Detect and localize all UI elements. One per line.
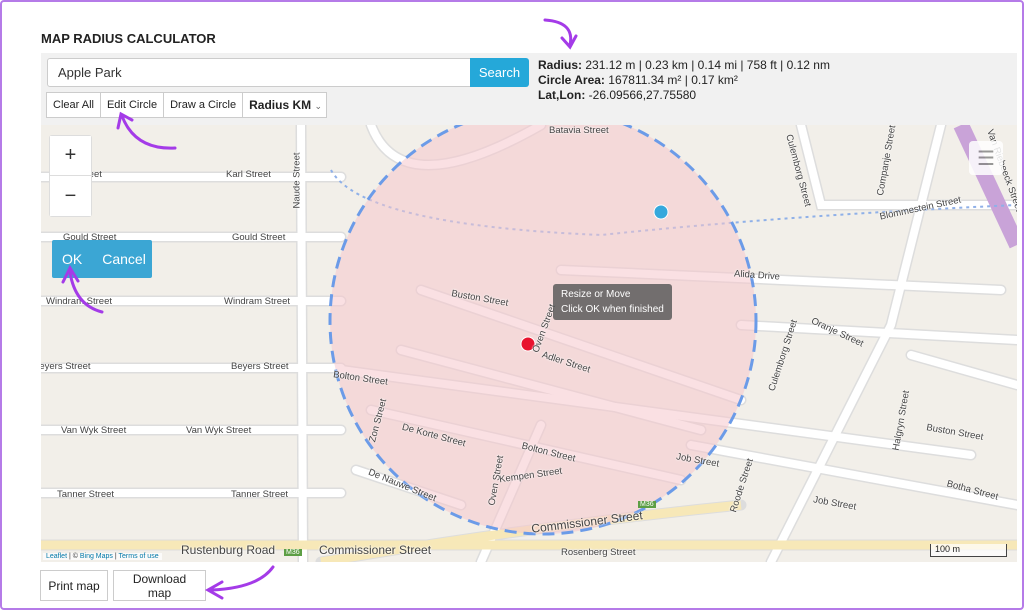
tooltip-line: Resize or Move — [561, 289, 631, 300]
page-title: MAP RADIUS CALCULATOR — [41, 31, 216, 46]
draw-circle-button[interactable]: Draw a Circle — [164, 93, 244, 117]
street-label: Tanner Street — [57, 489, 115, 500]
chevron-down-icon: ⌄ — [314, 101, 323, 111]
street-label: Beyers Street — [231, 361, 289, 372]
route-shield: M36 — [638, 501, 656, 508]
radius-handle[interactable] — [653, 204, 669, 220]
street-label: Van Wyk Street — [61, 425, 127, 436]
zoom-in-button[interactable]: + — [50, 136, 91, 176]
street-label: Windram Street — [46, 296, 112, 307]
search-input[interactable] — [47, 58, 472, 87]
zoom-control: + − — [49, 135, 92, 217]
radius-value: 231.12 m | 0.23 km | 0.14 mi | 758 ft | … — [585, 58, 830, 72]
terms-link[interactable]: Terms of use — [119, 553, 159, 560]
street-label: Gould Street — [232, 232, 286, 243]
latlon-value: -26.09566,27.75580 — [588, 88, 697, 102]
street-label: Naude Street — [291, 152, 303, 209]
control-panel: Search Clear All Edit Circle Draw a Circ… — [41, 53, 1017, 125]
area-value: 167811.34 m² | 0.17 km² — [608, 73, 738, 87]
leaflet-link[interactable]: Leaflet — [46, 553, 67, 560]
unit-select[interactable]: Radius KM ⌄ — [243, 93, 327, 117]
street-label: Karl Street — [226, 169, 271, 180]
separator: | © — [67, 553, 80, 560]
search-button[interactable]: Search — [470, 58, 529, 87]
map-attribution: Leaflet | © Bing Maps | Terms of use — [43, 553, 162, 560]
area-label: Circle Area: — [538, 73, 605, 87]
ok-button[interactable]: OK — [52, 251, 92, 267]
radius-label: Radius: — [538, 58, 583, 72]
scale-bar: 100 m — [930, 544, 1007, 557]
tooltip-line: Click OK when finished — [561, 304, 664, 315]
cancel-button[interactable]: Cancel — [92, 251, 156, 267]
measurement-info: Radius: 231.12 m | 0.23 km | 0.14 mi | 7… — [538, 58, 830, 103]
bing-link[interactable]: Bing Maps — [80, 553, 113, 560]
street-label: Beyers Street — [41, 361, 91, 372]
unit-select-value: Radius KM — [249, 98, 312, 112]
edit-tooltip: Resize or Move Click OK when finished — [553, 284, 672, 320]
layers-icon[interactable]: ☰ — [969, 141, 1003, 175]
map-roads — [41, 125, 1017, 562]
clear-all-button[interactable]: Clear All — [47, 93, 101, 117]
latlon-label: Lat,Lon: — [538, 88, 586, 102]
street-label: Rosenberg Street — [561, 547, 636, 558]
edit-circle-button[interactable]: Edit Circle — [100, 93, 165, 117]
street-label: Rustenburg Road — [181, 543, 276, 557]
edit-actions: OK Cancel — [52, 240, 152, 278]
street-label: Commissioner Street — [319, 543, 432, 557]
map[interactable]: Batavia Street Karl Street Karl Street G… — [41, 125, 1017, 562]
print-map-button[interactable]: Print map — [40, 570, 108, 601]
download-map-button[interactable]: Download map — [113, 570, 206, 601]
route-shield: M36 — [284, 549, 302, 556]
toolbar: Clear All Edit Circle Draw a Circle Radi… — [46, 92, 328, 118]
zoom-out-button[interactable]: − — [50, 176, 91, 216]
street-label: Batavia Street — [549, 125, 609, 136]
street-label: Windram Street — [224, 296, 290, 307]
street-label: Van Wyk Street — [186, 425, 252, 436]
street-label: Tanner Street — [231, 489, 289, 500]
